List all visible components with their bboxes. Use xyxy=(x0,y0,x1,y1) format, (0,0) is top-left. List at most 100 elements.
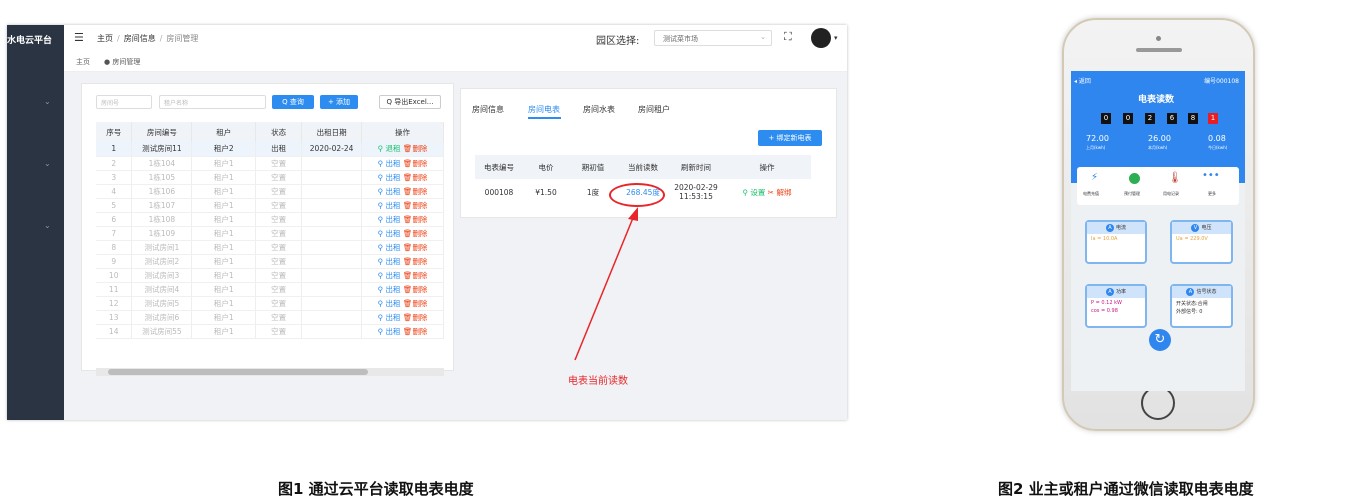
rent-toggle-link[interactable]: 退租 xyxy=(386,144,401,153)
rent-toggle-link[interactable]: 出租 xyxy=(386,299,401,308)
delete-link[interactable]: 删除 xyxy=(412,299,427,308)
tab-room-water[interactable]: 房间水表 xyxy=(583,104,615,115)
rent-date xyxy=(301,254,363,269)
tab-room-tenant[interactable]: 房间租户 xyxy=(638,104,670,115)
rent-icon: ⚲ xyxy=(377,256,384,266)
column-header: 当前读数 xyxy=(617,155,669,179)
rent-toggle-link[interactable]: 出租 xyxy=(386,313,401,322)
table-row: 10 测试房间3 租户1 空置 ⚲ 出租 🗑删除 xyxy=(96,268,444,283)
delete-link[interactable]: 删除 xyxy=(412,144,427,153)
menu-item-records[interactable]: 用电记录 xyxy=(1163,191,1179,197)
park-label: 园区选择: xyxy=(596,36,640,47)
delete-link[interactable]: 删除 xyxy=(412,313,427,322)
back-button[interactable]: ◂ 返回 xyxy=(1074,76,1091,85)
trash-icon: 🗑 xyxy=(402,284,413,294)
rent-toggle-link[interactable]: 出租 xyxy=(386,215,401,224)
rent-toggle-link[interactable]: 出租 xyxy=(386,173,401,182)
room-number: 1栋109 xyxy=(131,226,193,241)
table-row: 9 测试房间2 租户1 空置 ⚲ 出租 🗑删除 xyxy=(96,254,444,269)
stat-label: 今日(kwh) xyxy=(1208,145,1228,150)
prepaid-icon[interactable] xyxy=(1129,173,1140,184)
refresh-date: 2020-02-29 xyxy=(674,183,718,192)
delete-link[interactable]: 删除 xyxy=(412,187,427,196)
current-card: A 电流 Ia = 10.0A xyxy=(1085,220,1147,264)
chevron-down-icon[interactable]: ⌄ xyxy=(44,221,51,230)
tenant-name: 租户1 xyxy=(191,282,257,297)
tab-room-meter[interactable]: 房间电表 xyxy=(528,104,560,115)
rent-toggle-link[interactable]: 出租 xyxy=(386,159,401,168)
rent-icon: ⚲ xyxy=(377,228,384,238)
delete-link[interactable]: 删除 xyxy=(412,159,427,168)
thermometer-icon[interactable]: 🌡 xyxy=(1168,171,1182,184)
room-no-input[interactable]: 房间号 xyxy=(96,95,152,109)
row-ops: ⚲ 出租 🗑删除 xyxy=(361,268,444,283)
tenant-name-input[interactable]: 租户名称 xyxy=(159,95,266,109)
menu-item-more[interactable]: 更多 xyxy=(1208,191,1216,197)
horizontal-scrollbar[interactable] xyxy=(96,368,444,376)
home-button[interactable] xyxy=(1141,386,1175,420)
signal-icon: A xyxy=(1186,288,1195,296)
tag-home[interactable]: 主页 xyxy=(76,57,90,67)
room-status: 出租 xyxy=(255,142,303,157)
export-excel-button[interactable]: Q 导出Excel... xyxy=(379,95,441,109)
meter-ops-cell: ⚲ 设置 ✂ 解绑 xyxy=(723,179,811,205)
menu-toggle-icon[interactable]: ☰ xyxy=(74,31,84,44)
avatar[interactable] xyxy=(811,28,831,48)
park-select[interactable]: 测试菜市场 ⌄ xyxy=(654,30,772,46)
chevron-down-icon[interactable]: ⌄ xyxy=(44,159,51,168)
settings-link[interactable]: 设置 xyxy=(750,188,765,197)
unbind-link[interactable]: 解绑 xyxy=(776,188,791,197)
card-title: 信号状态 xyxy=(1196,289,1217,295)
delete-link[interactable]: 删除 xyxy=(412,201,427,210)
ampere-icon: A xyxy=(1105,224,1114,232)
rent-toggle-link[interactable]: 出租 xyxy=(386,187,401,196)
menu-item-prepaid[interactable]: 预付管理 xyxy=(1124,191,1140,197)
row-ops: ⚲ 出租 🗑删除 xyxy=(361,324,444,339)
table-row: 6 1栋108 租户1 空置 ⚲ 出租 🗑删除 xyxy=(96,212,444,227)
caret-down-icon[interactable]: ▾ xyxy=(834,34,838,42)
volt-icon: V xyxy=(1191,224,1200,232)
rent-toggle-link[interactable]: 出租 xyxy=(386,229,401,238)
rent-toggle-link[interactable]: 出租 xyxy=(386,201,401,210)
row-index: 3 xyxy=(96,170,133,185)
breadcrumb-home[interactable]: 主页 xyxy=(97,34,113,43)
breadcrumb-room-info[interactable]: 房间信息 xyxy=(124,34,156,43)
recharge-icon[interactable]: ⚡ xyxy=(1091,172,1098,183)
rent-toggle-link[interactable]: 出租 xyxy=(386,271,401,280)
delete-link[interactable]: 删除 xyxy=(412,257,427,266)
rent-toggle-link[interactable]: 出租 xyxy=(386,327,401,336)
rent-toggle-link[interactable]: 出租 xyxy=(386,285,401,294)
meter-table-header: 电表编号 电价 期初值 当前读数 刷新时间 操作 xyxy=(475,155,811,179)
refresh-icon[interactable]: ↻ xyxy=(1149,329,1171,351)
row-index: 5 xyxy=(96,198,133,213)
tab-room-info[interactable]: 房间信息 xyxy=(472,104,504,115)
row-ops: ⚲ 出租 🗑删除 xyxy=(361,254,444,269)
menu-item-recharge[interactable]: 电费充值 xyxy=(1083,191,1099,197)
table-row: 1 测试房间11 租户2 出租 2020-02-24 ⚲ 退租 🗑删除 xyxy=(96,142,444,157)
delete-link[interactable]: 删除 xyxy=(412,215,427,224)
delete-link[interactable]: 删除 xyxy=(412,173,427,182)
rent-toggle-link[interactable]: 出租 xyxy=(386,257,401,266)
fullscreen-icon[interactable]: ⛶ xyxy=(784,30,792,44)
reading-digit: 0 xyxy=(1123,113,1133,124)
annotation-arrow xyxy=(574,207,638,361)
delete-link[interactable]: 删除 xyxy=(412,271,427,280)
trash-icon: 🗑 xyxy=(402,228,413,238)
rent-toggle-link[interactable]: 出租 xyxy=(386,243,401,252)
delete-link[interactable]: 删除 xyxy=(412,327,427,336)
table-row: 4 1栋106 租户1 空置 ⚲ 出租 🗑删除 xyxy=(96,184,444,199)
tenant-name: 租户1 xyxy=(191,254,257,269)
delete-link[interactable]: 删除 xyxy=(412,243,427,252)
delete-link[interactable]: 删除 xyxy=(412,285,427,294)
tag-room-management[interactable]: ● 房间管理 xyxy=(104,57,140,67)
scrollbar-thumb[interactable] xyxy=(108,369,368,375)
tenant-name: 租户1 xyxy=(191,226,257,241)
breadcrumb: 主页 / 房间信息 / 房间管理 xyxy=(97,34,199,43)
bind-new-meter-button[interactable]: + 绑定新电表 xyxy=(758,130,822,146)
chevron-down-icon[interactable]: ⌄ xyxy=(44,97,51,106)
query-button[interactable]: Q 查询 xyxy=(272,95,314,109)
more-icon[interactable]: ••• xyxy=(1202,170,1220,181)
rent-icon: ⚲ xyxy=(377,186,384,196)
delete-link[interactable]: 删除 xyxy=(412,229,427,238)
add-button[interactable]: + 添加 xyxy=(320,95,358,109)
